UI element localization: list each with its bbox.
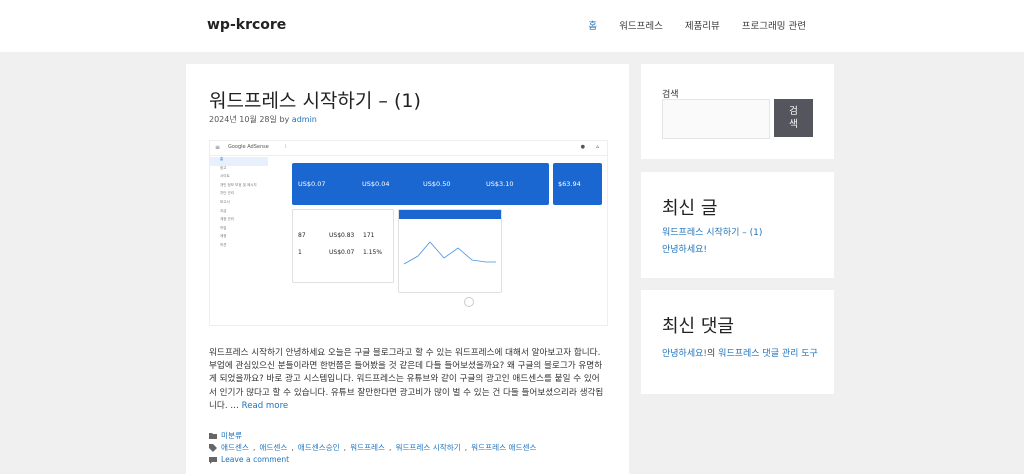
commenter-link[interactable]: 안녕하세요!	[662, 349, 707, 359]
adsense-trend-line	[403, 241, 496, 265]
stat-value: 1.15%	[363, 249, 383, 256]
read-more-link[interactable]: Read more	[242, 401, 289, 411]
app-switcher-icon: ⁞	[285, 144, 287, 150]
post-article: 워드프레스 시작하기 – (1) 2024년 10월 28일 by admin …	[186, 64, 629, 474]
recent-posts-widget: 최신 글 워드프레스 시작하기 – (1) 안녕하세요!	[641, 172, 834, 278]
comment-connector: 의	[707, 349, 719, 359]
post-author-link[interactable]: admin	[292, 115, 317, 124]
chart-card-header	[399, 210, 501, 219]
comment-row: Leave a comment	[209, 454, 536, 466]
recent-post-link[interactable]: 워드프레스 시작하기 – (1)	[662, 225, 762, 242]
comment-icon	[209, 457, 217, 464]
tag-link[interactable]: 애드센스	[259, 442, 287, 454]
stat-value: 1	[298, 249, 302, 256]
category-link[interactable]: 미분류	[221, 430, 242, 442]
recent-posts-list: 워드프레스 시작하기 – (1) 안녕하세요!	[662, 225, 762, 259]
tag-link[interactable]: 워드프레스 애드센스	[471, 442, 536, 454]
tag-link[interactable]: 애드센스승인	[298, 442, 340, 454]
nav-item-programming[interactable]: 프로그래밍 관련	[742, 18, 806, 32]
earning-value: US$0.50	[423, 180, 451, 188]
post-excerpt: 워드프레스 시작하기 안녕하세요 오늘은 구글 블로그라고 할 수 있는 워드프…	[209, 347, 604, 413]
post-thumbnail[interactable]: ≡ Google AdSense ⁞ ● ▵ 홈 광고 사이트 개인 정보 보호…	[209, 140, 608, 326]
recent-post-link[interactable]: 안녕하세요!	[662, 242, 762, 259]
adsense-menu-item: 의견	[220, 242, 227, 247]
adsense-menu-item: 광고	[220, 165, 227, 170]
post-footer-meta: 미분류 애드센스, 애드센스, 애드센스승인, 워드프레스, 워드프레스 시작하…	[209, 430, 536, 466]
stat-value: 171	[363, 232, 375, 239]
tag-link[interactable]: 워드프레스 시작하기	[395, 442, 460, 454]
site-title[interactable]: wp-krcore	[207, 17, 286, 33]
adsense-menu-item: 계정	[220, 234, 227, 239]
main-navigation: 홈 워드프레스 제품리뷰 프로그래밍 관련	[588, 18, 806, 32]
search-input[interactable]	[662, 99, 770, 139]
nav-item-wordpress[interactable]: 워드프레스	[619, 18, 663, 32]
adsense-balance-card: $63.94	[553, 163, 602, 205]
folder-icon	[209, 433, 217, 439]
adsense-chart-card	[398, 209, 502, 293]
post-meta: 2024년 10월 28일 by admin	[209, 114, 317, 125]
post-title[interactable]: 워드프레스 시작하기 – (1)	[209, 86, 421, 113]
bell-icon: ▵	[595, 143, 599, 150]
category-row: 미분류	[209, 430, 536, 442]
recent-comments-widget: 최신 댓글 안녕하세요!의 워드프레스 댓글 관리 도구	[641, 290, 834, 394]
tag-icon	[209, 444, 217, 452]
recent-posts-title: 최신 글	[662, 198, 718, 219]
adsense-stats-card: 87 US$0.83 171 1 US$0.07 1.15%	[292, 209, 394, 283]
search-button-label: 검 색	[789, 106, 798, 130]
tag-link[interactable]: 워드프레스	[350, 442, 385, 454]
earning-value: US$0.07	[298, 180, 326, 188]
leave-comment-link[interactable]: Leave a comment	[221, 454, 289, 466]
adsense-menu-item: 계정 관리	[220, 217, 234, 222]
search-widget: 검색 검 색	[641, 64, 834, 159]
search-button[interactable]: 검 색	[774, 99, 813, 137]
recent-comments-title: 최신 댓글	[662, 316, 734, 337]
nav-item-home[interactable]: 홈	[588, 18, 597, 32]
expand-icon	[464, 297, 474, 307]
post-by: by	[279, 115, 290, 124]
adsense-topbar: ≡ Google AdSense ⁞ ● ▵	[210, 141, 607, 156]
comment-post-link[interactable]: 워드프레스 댓글 관리 도구	[718, 349, 818, 359]
earning-value: US$0.04	[362, 180, 390, 188]
nav-item-product-review[interactable]: 제품리뷰	[685, 18, 720, 32]
adsense-side-menu: 홈 광고 사이트 개인 정보 보호 및 메시지 차단 관리 보고서 지급 계정 …	[210, 157, 272, 252]
stat-value: US$0.07	[329, 249, 355, 256]
stat-value: 87	[298, 232, 306, 239]
earning-value: US$3.10	[486, 180, 514, 188]
site-header: wp-krcore 홈 워드프레스 제품리뷰 프로그래밍 관련	[0, 0, 1024, 52]
menu-icon: ≡	[215, 144, 221, 151]
recent-comment-item: 안녕하세요!의 워드프레스 댓글 관리 도구	[662, 346, 822, 363]
balance-value: $63.94	[558, 180, 581, 188]
help-icon: ●	[580, 144, 585, 150]
stat-value: US$0.83	[329, 232, 355, 239]
adsense-menu-item: 차단 관리	[220, 191, 234, 196]
adsense-menu-item: 지급	[220, 208, 227, 213]
adsense-menu-item: 보고서	[220, 199, 230, 204]
tags-row: 애드센스, 애드센스, 애드센스승인, 워드프레스, 워드프레스 시작하기, 워…	[209, 442, 536, 454]
adsense-menu-item: 사이트	[220, 174, 230, 179]
tag-link[interactable]: 애드센스	[221, 442, 249, 454]
adsense-earnings-card: US$0.07 US$0.04 US$0.50 US$3.10	[292, 163, 549, 205]
post-date: 2024년 10월 28일	[209, 115, 277, 124]
adsense-menu-item: 홈	[210, 157, 268, 166]
adsense-logo: Google AdSense	[228, 144, 269, 150]
